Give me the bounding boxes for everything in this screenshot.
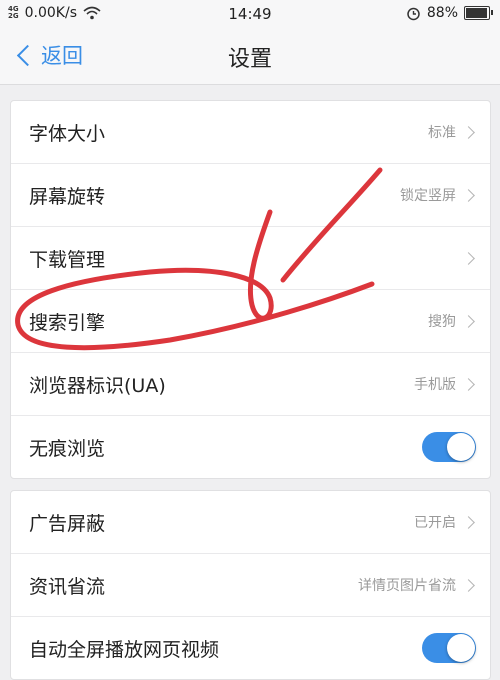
- setting-label: 无痕浏览: [29, 437, 106, 460]
- setting-autoplay-fullscreen: 自动全屏播放网页视频: [11, 617, 490, 679]
- chevron-right-icon: [462, 251, 475, 265]
- setting-label: 浏览器标识(UA): [29, 374, 166, 397]
- setting-download-manager[interactable]: 下载管理: [11, 227, 490, 290]
- status-bar: 4G 2G 0.00K/s 14:49 88%: [0, 0, 500, 28]
- setting-value: 标准: [428, 125, 456, 141]
- toggle-knob: [447, 634, 475, 662]
- status-right: 88%: [406, 5, 493, 21]
- page-title: 设置: [227, 47, 272, 72]
- settings-group-general: 字体大小 标准 屏幕旋转 锁定竖屏 下载管理 搜索引擎 搜狗 浏览器标识(UA)…: [10, 100, 491, 479]
- setting-label: 下载管理: [29, 248, 106, 271]
- incognito-toggle[interactable]: [422, 432, 476, 462]
- setting-value: 已开启: [414, 515, 456, 531]
- setting-label: 广告屏蔽: [29, 512, 106, 535]
- alarm-icon: [407, 7, 420, 20]
- settings-group-content: 广告屏蔽 已开启 资讯省流 详情页图片省流 自动全屏播放网页视频: [10, 490, 491, 680]
- setting-data-saver[interactable]: 资讯省流 详情页图片省流: [11, 554, 490, 617]
- battery-level: [466, 8, 488, 18]
- setting-font-size[interactable]: 字体大小 标准: [11, 101, 490, 164]
- setting-label: 自动全屏播放网页视频: [29, 638, 220, 661]
- chevron-right-icon: [462, 314, 475, 328]
- battery-icon: [464, 6, 493, 20]
- chevron-right-icon: [462, 578, 475, 592]
- nav-bar: 返回 设置: [0, 28, 500, 85]
- setting-incognito: 无痕浏览: [11, 416, 490, 478]
- chevron-right-icon: [462, 125, 475, 139]
- setting-value: 详情页图片省流: [358, 578, 456, 594]
- setting-search-engine[interactable]: 搜索引擎 搜狗: [11, 290, 490, 353]
- setting-label: 搜索引擎: [29, 311, 106, 334]
- chevron-right-icon: [462, 515, 475, 529]
- setting-label: 屏幕旋转: [29, 185, 106, 208]
- setting-value: 锁定竖屏: [400, 188, 456, 204]
- chevron-right-icon: [462, 377, 475, 391]
- setting-user-agent[interactable]: 浏览器标识(UA) 手机版: [11, 353, 490, 416]
- setting-ad-block[interactable]: 广告屏蔽 已开启: [11, 491, 490, 554]
- toggle-knob: [447, 433, 475, 461]
- setting-value: 手机版: [414, 377, 456, 393]
- setting-screen-rotation[interactable]: 屏幕旋转 锁定竖屏: [11, 164, 490, 227]
- setting-label: 资讯省流: [29, 575, 106, 598]
- setting-value: 搜狗: [428, 314, 456, 330]
- battery-percent: 88%: [426, 5, 458, 21]
- setting-label: 字体大小: [29, 122, 106, 145]
- chevron-right-icon: [462, 188, 475, 202]
